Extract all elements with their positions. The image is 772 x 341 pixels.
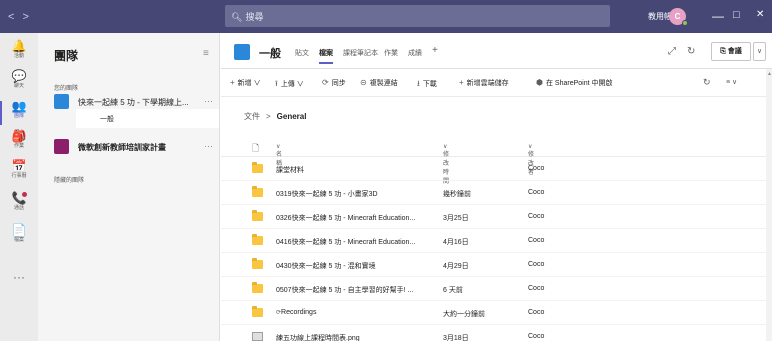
folder-icon bbox=[252, 186, 263, 197]
folder-icon bbox=[252, 234, 263, 245]
meet-dropdown-button[interactable]: ∨ bbox=[753, 42, 766, 61]
avatar[interactable]: C bbox=[669, 8, 688, 26]
history-nav[interactable]: <> bbox=[8, 11, 37, 23]
team-item[interactable]: 快來一起練 5 功 - 下學期線上... ··· bbox=[54, 94, 214, 110]
tab-assignments[interactable]: 作業 bbox=[384, 48, 398, 58]
download-button[interactable]: ⭳ 下載 bbox=[417, 78, 437, 92]
download-icon: ⭳ bbox=[417, 79, 420, 88]
calendar-icon: 📅 bbox=[11, 159, 27, 173]
forward-icon[interactable]: > bbox=[22, 11, 36, 23]
breadcrumb-root[interactable]: 文件 bbox=[244, 112, 260, 121]
column-modified[interactable]: 修改時間 ∨ bbox=[443, 143, 449, 185]
filter-icon[interactable]: ≡ bbox=[203, 48, 209, 59]
add-tab-button[interactable]: + bbox=[432, 45, 438, 56]
folder-icon bbox=[252, 162, 263, 173]
team-item[interactable]: 微軟創新教師培訓家計畫 ··· bbox=[54, 139, 214, 155]
tab-class-notebook[interactable]: 課程筆記本 bbox=[343, 48, 378, 58]
rail-teams[interactable]: 👥 團隊 bbox=[0, 99, 38, 129]
team-avatar bbox=[54, 94, 69, 109]
rail-activity[interactable]: 🔔 活動 bbox=[0, 39, 38, 69]
breadcrumb-current: General bbox=[276, 112, 307, 121]
folder-icon bbox=[252, 258, 263, 269]
column-name[interactable]: 名稱 ∨ bbox=[276, 143, 282, 167]
bell-icon: 🔔 bbox=[11, 39, 27, 53]
tab-grades[interactable]: 成績 bbox=[408, 48, 422, 58]
view-options-icon[interactable]: ≡ ∨ bbox=[726, 78, 737, 86]
sync-icon: ⟳ bbox=[322, 78, 329, 87]
search-input[interactable]: 🔍︎ 搜尋 bbox=[225, 5, 610, 27]
list-item[interactable]: ⟳Recordings 大約一分鐘前 Coco bbox=[221, 301, 766, 325]
expand-icon[interactable]: ⤢ bbox=[668, 46, 676, 57]
channel-item-general[interactable]: 一般 bbox=[76, 109, 219, 128]
upload-button[interactable]: ⭱ 上傳 ∨ bbox=[275, 78, 304, 92]
copy-link-button[interactable]: ⊝ 複製連結 bbox=[360, 78, 398, 88]
tab-posts[interactable]: 貼文 bbox=[295, 48, 309, 58]
files-icon: 📄 bbox=[11, 223, 27, 237]
teams-panel: 團隊 ≡ 您的團隊 快來一起練 5 功 - 下學期線上... ··· 一般 微軟… bbox=[38, 33, 220, 341]
upload-icon: ⭱ bbox=[275, 79, 278, 88]
plus-icon: + bbox=[230, 78, 235, 87]
channel-title: 一般 bbox=[259, 48, 281, 60]
scroll-up-icon[interactable]: ▲ bbox=[767, 71, 772, 77]
more-options-icon[interactable]: ··· bbox=[204, 96, 213, 106]
rail-files[interactable]: 📄 檔案 bbox=[0, 223, 38, 253]
sharepoint-icon: ⬢ bbox=[536, 78, 543, 87]
refresh-icon[interactable]: ↻ bbox=[703, 77, 711, 88]
folder-icon bbox=[252, 306, 263, 317]
section-your-teams: 您的團隊 bbox=[54, 86, 79, 92]
teams-icon: 👥 bbox=[11, 99, 27, 113]
minimize-button[interactable]: — bbox=[712, 9, 724, 23]
breadcrumb: 文件 > General bbox=[244, 111, 306, 122]
list-item[interactable]: 練五功線上課程時間表.png 3月18日 Coco bbox=[221, 325, 766, 341]
close-button[interactable]: ✕ bbox=[756, 9, 764, 20]
more-options-icon[interactable]: ··· bbox=[204, 141, 213, 151]
refresh-icon[interactable]: ↻ bbox=[687, 46, 695, 57]
column-modified-by[interactable]: 修改者 ∨ bbox=[528, 143, 534, 176]
more-apps-icon[interactable]: ··· bbox=[0, 270, 38, 284]
main-content: 一般 貼文 檔案 課程筆記本 作業 成績 + ⤢ ↻ ⎘ 會議 ∨ + 新增 ∨ … bbox=[221, 33, 772, 341]
sync-button[interactable]: ⟳ 同步 bbox=[322, 78, 346, 88]
video-icon: ⎘ bbox=[720, 48, 728, 55]
list-item[interactable]: 0326快來一起練 5 功 - Minecraft Education... 3… bbox=[221, 205, 766, 229]
chevron-right-icon: > bbox=[266, 112, 271, 121]
list-item[interactable]: 0319快來一起練 5 功 - 小畫家3D 幾秒鐘前 Coco bbox=[221, 181, 766, 205]
files-toolbar: + 新增 ∨ ⭱ 上傳 ∨ ⟳ 同步 ⊝ 複製連結 ⭳ 下載 + 新增雲端儲存 ⬢ 在 Sha… bbox=[221, 69, 772, 97]
maximize-button[interactable]: □ bbox=[733, 9, 740, 21]
add-cloud-storage-button[interactable]: + 新增雲端儲存 bbox=[459, 78, 509, 88]
panel-title: 團隊 bbox=[54, 49, 79, 63]
assignments-icon: 🎒 bbox=[11, 129, 27, 143]
phone-icon: 📞 bbox=[11, 191, 27, 205]
title-bar: <> 🔍︎ 搜尋 教用帳 C — □ ✕ bbox=[0, 0, 772, 33]
tab-files[interactable]: 檔案 bbox=[319, 48, 333, 64]
rail-calendar[interactable]: 📅 行事曆 bbox=[0, 159, 38, 189]
team-avatar bbox=[54, 139, 69, 154]
scrollbar[interactable] bbox=[766, 69, 772, 341]
meet-button[interactable]: ⎘ 會議 bbox=[711, 42, 751, 61]
new-button[interactable]: + 新增 ∨ bbox=[230, 78, 261, 88]
app-rail: 🔔 活動 💬 聊天 👥 團隊 🎒 作業 📅 行事曆 📞 通話 📄 檔案 ··· bbox=[0, 33, 38, 341]
list-item[interactable]: 0507快來一起練 5 功 - 自主學習的好幫手! ... 6 天前 Coco bbox=[221, 277, 766, 301]
search-icon: 🔍︎ bbox=[231, 12, 243, 22]
notification-dot bbox=[22, 192, 27, 197]
back-icon[interactable]: < bbox=[8, 11, 22, 23]
list-item[interactable]: 0416快來一起練 5 功 - Minecraft Education... 4… bbox=[221, 229, 766, 253]
section-hidden-teams[interactable]: 隱藏的團隊 bbox=[54, 175, 84, 184]
chat-icon: 💬 bbox=[11, 69, 27, 83]
file-list-header: 🗋 名稱 ∨ 修改時間 ∨ 修改者 ∨ bbox=[221, 137, 766, 185]
list-item[interactable]: 課堂材料 Coco bbox=[221, 157, 766, 181]
rail-calls[interactable]: 📞 通話 bbox=[0, 191, 38, 221]
presence-dot bbox=[682, 20, 688, 26]
channel-header: 一般 貼文 檔案 課程筆記本 作業 成績 + ⤢ ↻ ⎘ 會議 ∨ bbox=[221, 33, 772, 69]
file-type-icon: 🗋 bbox=[252, 143, 260, 153]
rail-chat[interactable]: 💬 聊天 bbox=[0, 69, 38, 99]
image-file-icon bbox=[252, 332, 263, 341]
link-icon: ⊝ bbox=[360, 78, 367, 87]
plus-icon: + bbox=[459, 78, 464, 87]
rail-assignments[interactable]: 🎒 作業 bbox=[0, 129, 38, 159]
folder-icon bbox=[252, 210, 263, 221]
folder-icon bbox=[252, 282, 263, 293]
team-avatar bbox=[234, 44, 250, 60]
open-in-sharepoint-button[interactable]: ⬢ 在 SharePoint 中開啟 bbox=[536, 78, 613, 88]
list-item[interactable]: 0430快來一起練 5 功 - 混和實境 4月29日 Coco bbox=[221, 253, 766, 277]
